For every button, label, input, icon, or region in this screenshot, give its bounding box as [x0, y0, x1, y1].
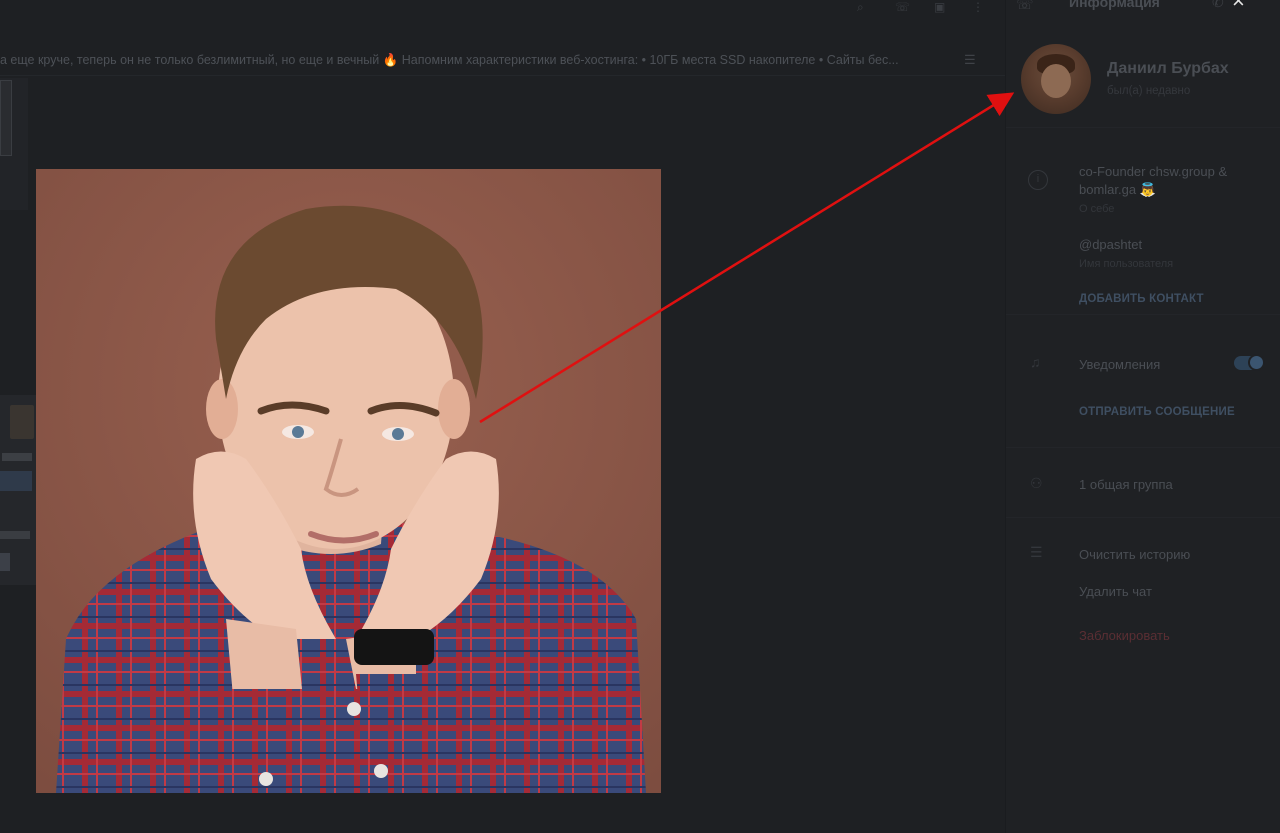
username-caption: Имя пользователя	[1079, 258, 1174, 270]
list-icon: ☰	[1030, 544, 1043, 560]
add-contact-button[interactable]: ДОБАВИТЬ КОНТАКТ	[1079, 293, 1204, 305]
info-icon: i	[1028, 170, 1048, 190]
pinned-list-icon[interactable]: ☰	[964, 52, 990, 68]
username-text[interactable]: @dpashtet	[1079, 237, 1142, 252]
profile-photo-enlarged	[36, 169, 661, 793]
chat-message-preview-2	[0, 395, 36, 585]
profile-name: Даниил Бурбах	[1107, 60, 1229, 77]
info-panel-header: ☏ Информация ✆ ×	[1006, 0, 1280, 18]
search-icon[interactable]: ⌕	[857, 0, 877, 14]
notifications-toggle[interactable]	[1234, 354, 1265, 371]
common-groups-label[interactable]: 1 общая группа	[1079, 477, 1173, 492]
message-thumbnail[interactable]	[0, 80, 12, 156]
avatar[interactable]	[1021, 44, 1091, 114]
info-panel: ☏ Информация ✆ × Даниил Бурбах был(а) не…	[1005, 0, 1280, 833]
profile-section: Даниил Бурбах был(а) недавно	[1006, 38, 1280, 128]
call-icon[interactable]: ☏	[895, 0, 915, 14]
phone-icon[interactable]: ☏	[1016, 0, 1034, 13]
message-image-thumb[interactable]	[10, 405, 34, 439]
actions-section: ☰ Очистить историю Удалить чат Заблокиро…	[1006, 520, 1280, 660]
avatar-face	[1041, 64, 1071, 98]
info-panel-title: Информация	[1069, 0, 1160, 10]
block-user-button[interactable]: Заблокировать	[1079, 628, 1170, 643]
more-icon[interactable]: ⋮	[972, 0, 992, 14]
pinned-message-bar[interactable]: а еще круче, теперь он не только безлими…	[0, 44, 1005, 76]
profile-status: был(а) недавно	[1107, 85, 1191, 97]
info-section: i co-Founder chsw.group & bomlar.ga 👼 О …	[1006, 140, 1280, 315]
message-button[interactable]	[0, 471, 32, 491]
message-attachment	[0, 553, 10, 571]
bio-text: co-Founder chsw.group & bomlar.ga 👼	[1079, 164, 1228, 197]
call-icon[interactable]: ✆	[1212, 0, 1224, 11]
person-icon: ⚇	[1030, 475, 1043, 491]
groups-section[interactable]: ⚇ 1 общая группа	[1006, 450, 1280, 518]
telegram-window: ⌕ ☏ ▣ ⋮ а еще круче, теперь он не только…	[0, 0, 1280, 833]
chat-header: ⌕ ☏ ▣ ⋮	[0, 0, 1005, 20]
notifications-label: Уведомления	[1079, 357, 1161, 372]
delete-chat-button[interactable]: Удалить чат	[1079, 584, 1152, 599]
portrait-illustration	[36, 169, 661, 793]
bio-caption: О себе	[1079, 203, 1115, 215]
sidebar-toggle-icon[interactable]: ▣	[934, 0, 954, 14]
close-icon[interactable]: ×	[1232, 0, 1245, 12]
pinned-message-text: а еще круче, теперь он не только безлими…	[0, 53, 899, 67]
chat-message-preview	[0, 78, 28, 210]
bell-icon: ♫	[1030, 354, 1041, 370]
message-text-line	[2, 453, 32, 461]
clear-history-button[interactable]: Очистить историю	[1079, 547, 1190, 562]
message-text-line	[0, 531, 30, 539]
notifications-section: ♫ Уведомления ОТПРАВИТЬ СООБЩЕНИЕ	[1006, 330, 1280, 448]
send-message-button[interactable]: ОТПРАВИТЬ СООБЩЕНИЕ	[1079, 406, 1235, 418]
